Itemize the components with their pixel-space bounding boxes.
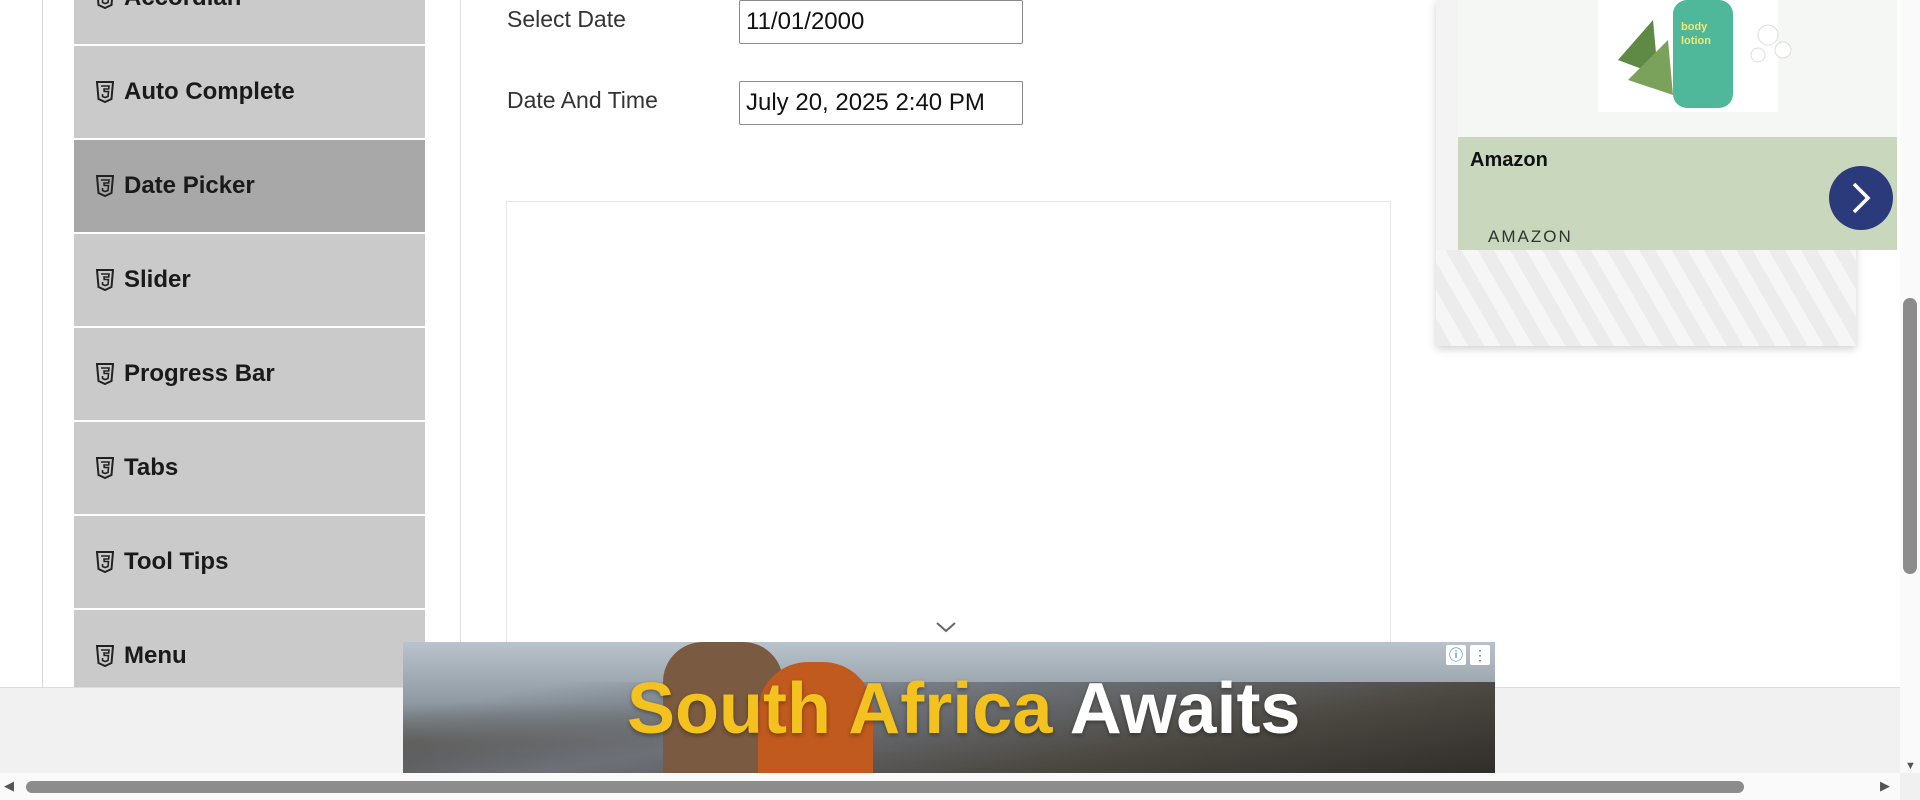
sidebar-item-label: Slider — [124, 266, 191, 293]
html5-icon — [96, 457, 114, 479]
ad-pattern — [1436, 250, 1856, 346]
chevron-right-icon — [1852, 182, 1871, 214]
banner-headline-rest: Awaits — [1069, 669, 1301, 749]
sidebar-item-date-picker[interactable]: Date Picker — [74, 140, 425, 234]
ad-frame — [506, 201, 1391, 687]
vertical-scrollbar[interactable]: ▼ — [1900, 0, 1920, 773]
sidebar-item-auto-complete[interactable]: Auto Complete — [74, 46, 425, 140]
chevron-down-icon[interactable] — [935, 620, 957, 634]
date-and-time-label: Date And Time — [507, 87, 658, 113]
html5-icon — [96, 81, 114, 103]
ad-next-button[interactable] — [1829, 166, 1893, 230]
sidebar-item-label: Tabs — [124, 454, 179, 481]
info-icon[interactable]: ⓘ — [1446, 645, 1466, 665]
lotion-bottle-icon: body lotion — [1618, 0, 1792, 108]
select-date-input[interactable] — [739, 0, 1023, 44]
sidebar-item-label: Accordian — [124, 0, 241, 12]
product-image: body lotion — [1458, 0, 1897, 137]
sidebar-item-tabs[interactable]: Tabs — [74, 422, 425, 516]
ad-card[interactable]: body lotion Amazon AMAZON — [1458, 0, 1897, 250]
ad-band[interactable]: Amazon AMAZON — [1458, 137, 1897, 250]
left-divider — [42, 0, 43, 687]
html5-icon — [96, 363, 114, 385]
html5-icon — [96, 269, 114, 291]
banner-headline-highlight: South Africa — [627, 669, 1053, 749]
ad-choices[interactable]: ⓘ ⋮ — [1446, 645, 1490, 665]
ad-sub-brand: AMAZON — [1488, 227, 1573, 246]
sidebar-item-label: Progress Bar — [124, 360, 275, 387]
html5-icon — [96, 175, 114, 197]
banner-ad[interactable]: South Africa Awaits ⓘ ⋮ — [403, 642, 1495, 776]
sidebar-item-tool-tips[interactable]: Tool Tips — [74, 516, 425, 610]
scroll-thumb[interactable] — [26, 781, 1744, 793]
scrollbar-corner — [1900, 773, 1920, 800]
ad-brand: Amazon — [1470, 149, 1548, 171]
scroll-left-arrow-icon[interactable]: ◀ — [4, 778, 14, 794]
sidebar-item-accordian[interactable]: Accordian — [74, 0, 425, 46]
svg-text:body: body — [1681, 21, 1708, 33]
html5-icon — [96, 0, 114, 9]
sidebar-item-label: Date Picker — [124, 172, 255, 199]
more-options-icon[interactable]: ⋮ — [1470, 645, 1490, 665]
content-divider — [460, 0, 461, 687]
scroll-thumb[interactable] — [1903, 298, 1917, 574]
sidebar-item-progress-bar[interactable]: Progress Bar — [74, 328, 425, 422]
banner-headline: South Africa Awaits — [627, 668, 1300, 750]
select-date-label: Select Date — [507, 6, 626, 32]
scroll-right-arrow-icon[interactable]: ▶ — [1880, 778, 1890, 794]
date-and-time-input[interactable] — [739, 81, 1023, 125]
html5-icon — [96, 645, 114, 667]
sidebar-item-label: Tool Tips — [124, 548, 229, 575]
html5-icon — [96, 551, 114, 573]
sidebar-item-slider[interactable]: Slider — [74, 234, 425, 328]
sidebar: Accordian Auto Complete Date Picker Slid… — [74, 0, 425, 704]
scroll-down-arrow-icon[interactable]: ▼ — [1905, 760, 1916, 772]
horizontal-scrollbar[interactable]: ◀ ▶ — [0, 773, 1900, 800]
svg-text:lotion: lotion — [1681, 35, 1711, 47]
sidebar-item-label: Auto Complete — [124, 78, 295, 105]
sidebar-item-label: Menu — [124, 642, 187, 669]
